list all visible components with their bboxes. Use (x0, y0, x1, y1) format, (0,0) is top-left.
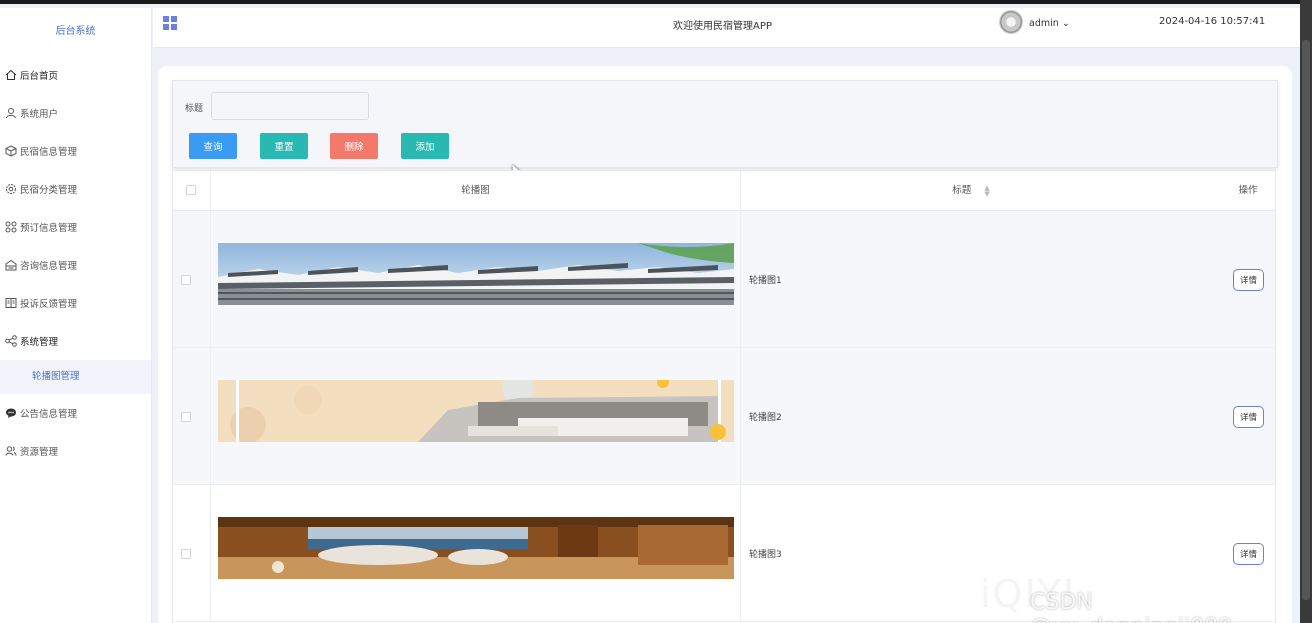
cube-icon (4, 145, 17, 158)
book-icon (4, 297, 17, 310)
sidebar-item-label: 预订信息管理 (20, 223, 78, 234)
sidebar-nav-after: 公告信息管理 资源管理 (0, 394, 151, 470)
sidebar-item-label: 后台首页 (20, 71, 59, 82)
carousel-image-cell (211, 211, 741, 347)
carousel-image-cell (211, 348, 741, 484)
sidebar-item-resources[interactable]: 资源管理 (0, 432, 151, 470)
header-title[interactable]: 标题 ▲ ▼ (741, 171, 1201, 211)
sidebar-item-label: 系统管理 (20, 337, 59, 348)
sidebar-item-announcements[interactable]: 公告信息管理 (0, 394, 151, 432)
select-all-checkbox[interactable] (186, 185, 196, 195)
carousel-image (218, 243, 734, 305)
sidebar: 后台系统 后台首页 系统用户 民宿信息管理 民宿分类管理 预订信息管理 咨询信息… (0, 8, 152, 623)
carousel-image (218, 517, 734, 579)
query-button[interactable]: 查询 (189, 133, 237, 159)
sidebar-item-booking-info[interactable]: 预订信息管理 (0, 208, 151, 246)
search-form: 标题 查询 重置 删除 添加 (172, 80, 1278, 168)
csdn-watermark: CSDN @vx_danpianji889 (1030, 590, 1232, 623)
row-checkbox[interactable] (181, 549, 191, 559)
sidebar-item-system-users[interactable]: 系统用户 (0, 94, 151, 132)
header-title-label: 标题 (952, 185, 972, 196)
sidebar-item-home[interactable]: 后台首页 (0, 56, 151, 94)
users-icon (4, 445, 17, 458)
sidebar-item-label: 资源管理 (20, 447, 59, 458)
welcome-text: 欢迎使用民宿管理APP (673, 21, 772, 32)
chevron-down-icon: ⌄ (1061, 18, 1070, 29)
sidebar-item-system-management[interactable]: 系统管理 (0, 322, 151, 360)
carousel-image-cell (211, 485, 741, 621)
sidebar-item-label: 公告信息管理 (20, 409, 78, 420)
chat-icon (4, 407, 17, 420)
carousel-table: 轮播图 标题 ▲ ▼ 操作 轮播图1 详情 轮播图2 详情 轮播图3 详情 (172, 170, 1276, 623)
sidebar-item-label: 民宿信息管理 (20, 147, 78, 158)
row-checkbox[interactable] (181, 412, 191, 422)
sidebar-item-homestay-category[interactable]: 民宿分类管理 (0, 170, 151, 208)
sidebar-item-label: 投诉反馈管理 (20, 299, 78, 310)
scrollbar-thumb[interactable] (1302, 40, 1310, 600)
home-icon (4, 69, 17, 82)
header-operation: 操作 (1238, 185, 1258, 196)
sidebar-item-consult-info[interactable]: 咨询信息管理 (0, 246, 151, 284)
header-select-all-cell (173, 171, 211, 211)
brand-title: 后台系统 (55, 26, 96, 37)
inbox-icon (4, 259, 17, 272)
sidebar-item-complaint-feedback[interactable]: 投诉反馈管理 (0, 284, 151, 322)
username: admin (1029, 18, 1059, 29)
window-scrollbar[interactable] (1300, 0, 1312, 623)
title-filter-label: 标题 (185, 104, 204, 114)
table-row: 轮播图1 详情 (173, 211, 1275, 348)
share-icon (4, 335, 17, 348)
sidebar-item-homestay-info[interactable]: 民宿信息管理 (0, 132, 151, 170)
carousel-image (218, 380, 734, 442)
sidebar-item-label: 系统用户 (20, 109, 59, 120)
sidebar-subitem-carousel[interactable]: 轮播图管理 (0, 360, 151, 394)
row-title: 轮播图3 (749, 550, 782, 560)
menu-toggle-icon[interactable] (163, 16, 177, 30)
row-title: 轮播图2 (749, 413, 782, 423)
add-button[interactable]: 添加 (401, 133, 449, 159)
sidebar-item-label: 咨询信息管理 (20, 261, 78, 272)
sort-icon[interactable]: ▲ ▼ (984, 184, 989, 197)
title-filter-input[interactable] (211, 92, 369, 120)
detail-button[interactable]: 详情 (1233, 406, 1264, 428)
row-title: 轮播图1 (749, 276, 782, 286)
sidebar-nav: 后台首页 系统用户 民宿信息管理 民宿分类管理 预订信息管理 咨询信息管理 投诉… (0, 56, 151, 360)
user-menu[interactable]: admin ⌄ (1029, 18, 1070, 29)
detail-button[interactable]: 详情 (1233, 543, 1264, 565)
header-image: 轮播图 (211, 171, 741, 211)
detail-button[interactable]: 详情 (1233, 269, 1264, 291)
main-panel: 标题 查询 重置 删除 添加 轮播图 标题 ▲ ▼ 操作 轮播图1 详情 轮播图… (158, 66, 1292, 623)
app-window: 后台系统 后台首页 系统用户 民宿信息管理 民宿分类管理 预订信息管理 咨询信息… (0, 0, 1300, 623)
delete-button[interactable]: 删除 (330, 133, 378, 159)
reset-button[interactable]: 重置 (260, 133, 308, 159)
sidebar-item-label: 民宿分类管理 (20, 185, 78, 196)
apps-icon (4, 221, 17, 234)
table-header: 轮播图 标题 ▲ ▼ 操作 (173, 171, 1275, 211)
row-select-cell (173, 348, 211, 484)
top-header: 欢迎使用民宿管理APP admin ⌄ 2024-04-16 10:57:41 (153, 8, 1300, 48)
table-row: 轮播图2 详情 (173, 348, 1275, 485)
user-icon (4, 107, 17, 120)
row-select-cell (173, 211, 211, 347)
gear-icon (4, 183, 17, 196)
row-checkbox[interactable] (181, 275, 191, 285)
row-select-cell (173, 485, 211, 621)
datetime: 2024-04-16 10:57:41 (1159, 16, 1266, 27)
avatar[interactable] (999, 10, 1023, 34)
